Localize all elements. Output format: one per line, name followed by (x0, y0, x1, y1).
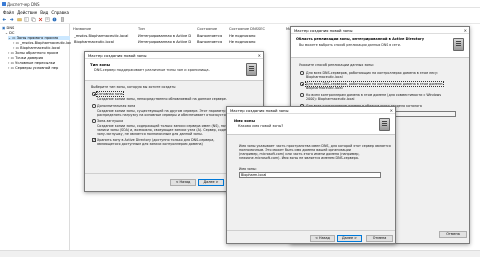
menu-view[interactable]: Вид (40, 10, 48, 15)
column-header-type[interactable]: Тип (138, 27, 145, 31)
menu-file[interactable]: Файл (3, 10, 14, 15)
header-title: Область репликации зоны, интегрированной… (296, 37, 425, 41)
cancel-button[interactable]: Отмена (366, 235, 393, 242)
dialog-title: Мастер создания новой зоны ✕ (291, 27, 469, 34)
status-bar (0, 250, 480, 257)
tree-item-reverse-zones[interactable]: › ▭ Зоны обратного просм (8, 51, 58, 55)
forward-arrow-icon[interactable] (9, 17, 14, 22)
copy-icon[interactable] (31, 17, 36, 22)
radio-secondary-label[interactable]: Дополнительная зона (97, 104, 135, 108)
header-subtitle: Вы можете выбрать способ репликации данн… (299, 43, 401, 47)
zone-name-label: Имя зоны: (239, 167, 257, 171)
cell-dnssec: Не подписано (229, 40, 256, 44)
close-icon[interactable]: ✕ (258, 52, 261, 59)
header-subtitle: Каково имя новой зоны? (238, 124, 284, 128)
dns-app-icon (1, 2, 6, 6)
back-arrow-icon[interactable] (2, 17, 7, 22)
cell-dnssec: Не подписано (229, 34, 256, 38)
cell-type: Интегрированная в Active D (138, 40, 192, 44)
store-in-ad-label-2: являющегося доступным для записи контрол… (97, 142, 203, 146)
dialog-title: Мастер создания новой зоны ✕ (85, 52, 263, 59)
column-header-dnssec[interactable]: Состояние DNSSEC (229, 27, 265, 31)
radio-secondary-zone[interactable] (92, 104, 96, 108)
tree-item-msdcs[interactable]: › ▭ _msdcs.Biopharmaceutic.loc (13, 41, 71, 45)
wizard-server-icon (246, 63, 257, 76)
cell-status: Выполняется (197, 34, 223, 38)
dialog-header: Имя зоны Каково имя новой зоны? (227, 114, 395, 135)
radio-domain[interactable] (300, 82, 304, 86)
wizard-dialog-zone-name: Мастер создания новой зоны ✕ Имя зоны Как… (226, 106, 396, 244)
up-folder-icon[interactable] (17, 17, 22, 22)
radio-stub-zone[interactable] (92, 119, 96, 123)
radio-win2000[interactable] (300, 93, 304, 97)
close-icon[interactable]: ✕ (464, 27, 467, 34)
dialog-title: Мастер создания новой зоны ✕ (227, 107, 395, 114)
radio-win2000-domain: 2000): Biopharmaceutic.local (306, 97, 355, 101)
cell-name: Biopharmaceutic.local (74, 40, 114, 44)
tree-item-forward-zones[interactable]: ⌄ ▭ Зоны прямого просмо (8, 36, 70, 40)
radio-stub-desc-3: зону-заглушку, не является полномочным д… (97, 131, 203, 136)
zone-name-input[interactable]: Biopharm.local (239, 172, 381, 178)
radio-forest-domain: Biopharmaceutic.local (306, 75, 343, 79)
tree-item-conditional-servers[interactable]: › ▭ Серверы условной пер (8, 66, 58, 70)
show-tree-icon[interactable] (24, 17, 29, 22)
header-title: Тип зоны (90, 62, 111, 67)
menu-help[interactable]: Справка (51, 10, 69, 15)
dialog-header: Область репликации зоны, интегрированной… (291, 34, 469, 58)
menu-action[interactable]: Действие (17, 10, 37, 15)
help-icon[interactable]: ? (52, 17, 57, 22)
header-title: Имя зоны (234, 118, 255, 123)
radio-domain-domain: Biopharmaceutic.local (306, 86, 343, 90)
radio-primary-label[interactable]: Основная зона (96, 90, 124, 98)
column-header-name[interactable]: Название (73, 27, 91, 31)
wizard-server-icon (379, 118, 390, 131)
tree-item-conditional-forwarders[interactable]: › ▭ Условные пересылки (8, 61, 55, 65)
properties-icon[interactable] (45, 17, 50, 22)
tree-item-trust-points[interactable]: › ▭ Точки доверия (8, 56, 43, 60)
console-tree: ▣ DNS ⌄ DC ⌄ ▭ Зоны прямого просмо › ▭ _… (0, 24, 71, 250)
replication-prompt: Укажите способ репликации данных зоны: (299, 63, 374, 67)
store-in-ad-checkbox[interactable] (92, 138, 96, 142)
cell-status: Выполняется (197, 40, 223, 44)
back-button[interactable]: < Назад (310, 235, 335, 242)
next-button[interactable]: Далее > (198, 179, 224, 186)
radio-primary-zone[interactable] (92, 92, 96, 96)
menu-bar: Файл Действие Вид Справка (0, 8, 480, 15)
window-titlebar: Диспетчер DNS (0, 0, 480, 8)
tree-item-biopharm[interactable]: › ▭ Biopharmaceutic.local (13, 46, 60, 50)
zone-name-desc-4: newzone.microsoft.com). Имя зоны не явля… (239, 156, 359, 160)
radio-forest[interactable] (300, 71, 304, 75)
column-header-status[interactable]: Состояние (197, 27, 217, 31)
radio-stub-label[interactable]: Зона-заглушка (97, 119, 123, 123)
wizard-server-icon (453, 38, 464, 51)
close-icon[interactable]: ✕ (390, 107, 393, 114)
tree-item-dc[interactable]: ⌄ DC (5, 31, 14, 35)
window-title: Диспетчер DNS (7, 1, 40, 7)
next-button[interactable]: Далее > (337, 235, 362, 242)
radio-primary-desc: Создание копии зоны, непосредственно обн… (97, 96, 227, 101)
button-separator (227, 230, 395, 231)
zone-type-prompt: Выберите тип зоны, которую вы хотите соз… (91, 85, 177, 89)
tree-item-dns[interactable]: ▣ DNS (2, 26, 14, 30)
radio-secondary-desc-2: распределять нагрузку на основные сервер… (97, 112, 243, 117)
toolbar: ? (0, 15, 480, 24)
server-icon[interactable] (60, 17, 65, 22)
cancel-button[interactable]: Отмена (439, 231, 467, 238)
header-subtitle: DNS-сервер поддерживает различные типы з… (94, 68, 210, 72)
cell-type: Интегрированная в Active D (138, 34, 192, 38)
back-button[interactable]: < Назад (170, 179, 196, 186)
dialog-header: Тип зоны DNS-сервер поддерживает различн… (85, 59, 263, 81)
cell-name: _msdcs.Biopharmaceutic.local (74, 34, 129, 38)
delete-icon[interactable] (38, 17, 43, 22)
